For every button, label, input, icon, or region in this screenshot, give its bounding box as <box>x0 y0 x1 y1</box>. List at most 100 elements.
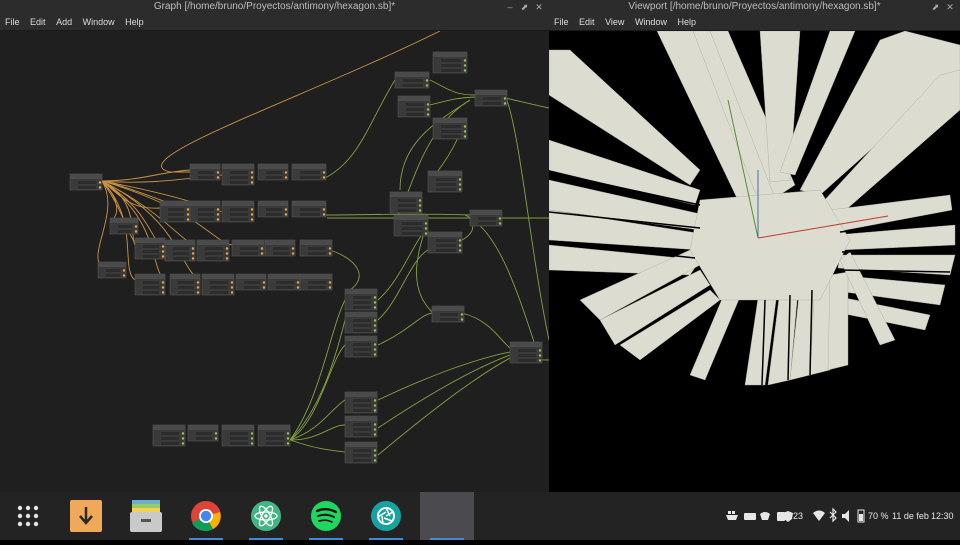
close-icon[interactable]: ✕ <box>944 0 956 14</box>
graph-node[interactable] <box>393 214 429 237</box>
graph-node[interactable] <box>344 288 378 311</box>
date-label[interactable]: 11 de feb <box>892 492 929 540</box>
graph-node[interactable] <box>432 51 468 74</box>
menu-edit[interactable]: Edit <box>30 14 46 30</box>
graph-node[interactable] <box>299 239 333 257</box>
app-grid-button[interactable] <box>1 492 55 540</box>
viewport-menubar: File Edit View Window Help <box>549 14 960 31</box>
graph-node[interactable] <box>231 239 265 257</box>
graph-node[interactable] <box>169 273 201 296</box>
graph-node[interactable] <box>134 237 166 260</box>
menu-file[interactable]: File <box>554 14 569 30</box>
graph-node[interactable] <box>344 415 378 438</box>
graph-node[interactable] <box>264 239 296 257</box>
system-tray: 23 70 % 11 de feb 12:30 <box>722 492 958 540</box>
graph-menubar: File Edit Add Window Help <box>0 14 549 31</box>
graph-node[interactable] <box>189 200 221 223</box>
graph-node[interactable] <box>221 163 255 186</box>
graph-node[interactable] <box>221 424 255 447</box>
graph-node[interactable] <box>432 117 468 140</box>
graph-node[interactable] <box>152 424 186 447</box>
graph-node[interactable] <box>431 305 465 323</box>
graph-titlebar[interactable]: Graph [/home/bruno/Proyectos/antimony/he… <box>0 0 549 14</box>
viewport-titlebar[interactable]: Viewport [/home/bruno/Proyectos/antimony… <box>549 0 960 14</box>
atom-button[interactable] <box>239 492 293 540</box>
notification-count: 23 <box>793 511 804 521</box>
graph-node[interactable] <box>164 239 196 262</box>
graph-node[interactable] <box>394 71 430 89</box>
graph-window: Graph [/home/bruno/Proyectos/antimony/he… <box>0 0 549 492</box>
app-grid-icon <box>17 505 39 527</box>
menu-file[interactable]: File <box>5 14 20 30</box>
atom-icon <box>251 501 281 531</box>
spotify-button[interactable] <box>299 492 353 540</box>
bluetooth-icon[interactable] <box>828 492 838 540</box>
node-graph-canvas[interactable] <box>0 31 549 492</box>
minimize-icon[interactable]: – <box>504 0 516 14</box>
menu-help[interactable]: Help <box>677 14 696 30</box>
graph-node[interactable] <box>344 311 378 334</box>
clock[interactable]: 12:30 <box>931 492 954 540</box>
green-wires <box>289 79 549 456</box>
close-icon[interactable]: ✕ <box>533 0 545 14</box>
graph-node[interactable] <box>235 273 267 291</box>
taskbar: 23 70 % 11 de feb 12:30 <box>0 492 960 540</box>
graph-node[interactable] <box>221 200 255 223</box>
maximize-icon[interactable]: ⬈ <box>518 0 530 14</box>
graph-node[interactable] <box>397 95 431 118</box>
cloud-icon <box>760 512 770 520</box>
mail-icon <box>744 513 756 520</box>
3d-viewport-canvas[interactable] <box>549 31 960 492</box>
maximize-icon[interactable]: ⬈ <box>929 0 941 14</box>
graph-node[interactable] <box>389 191 423 214</box>
graph-node[interactable] <box>257 200 289 218</box>
download-icon <box>70 500 102 532</box>
viewport-title: Viewport [/home/bruno/Proyectos/antimony… <box>628 1 881 12</box>
menu-help[interactable]: Help <box>125 14 144 30</box>
menu-view[interactable]: View <box>605 14 624 30</box>
graph-node[interactable] <box>344 335 378 358</box>
graph-node[interactable] <box>299 273 333 291</box>
graph-node[interactable] <box>344 391 378 414</box>
graph-node[interactable] <box>189 163 221 181</box>
mesh-face <box>689 189 851 301</box>
volume-icon[interactable] <box>841 492 853 540</box>
graph-node[interactable] <box>427 170 463 193</box>
file-cabinet-icon <box>130 500 162 532</box>
graph-node[interactable] <box>509 341 543 364</box>
tray-icons <box>726 511 785 521</box>
graph-node[interactable] <box>344 441 378 464</box>
chrome-button[interactable] <box>179 492 233 540</box>
graph-node[interactable] <box>257 424 291 447</box>
graph-nodes <box>69 51 543 464</box>
menu-add[interactable]: Add <box>56 14 72 30</box>
graph-node[interactable] <box>267 273 301 291</box>
downloader-button[interactable] <box>59 492 113 540</box>
graph-node[interactable] <box>291 200 327 218</box>
graph-node[interactable] <box>69 173 103 191</box>
menu-window[interactable]: Window <box>635 14 667 30</box>
aperture-icon <box>371 501 401 531</box>
graph-node[interactable] <box>159 200 191 223</box>
graph-node[interactable] <box>427 231 463 254</box>
graph-node[interactable] <box>469 209 503 227</box>
graph-node[interactable] <box>187 424 219 442</box>
active-window-button[interactable] <box>420 492 474 540</box>
viewport-window: Viewport [/home/bruno/Proyectos/antimony… <box>549 0 960 492</box>
graph-node[interactable] <box>97 261 127 279</box>
camera-button[interactable] <box>359 492 413 540</box>
graph-node[interactable] <box>201 273 235 296</box>
menu-window[interactable]: Window <box>83 14 115 30</box>
graph-node[interactable] <box>291 163 327 181</box>
graph-title: Graph [/home/bruno/Proyectos/antimony/he… <box>153 1 396 12</box>
docker-icon <box>726 515 738 520</box>
graph-node[interactable] <box>257 163 289 181</box>
graph-node[interactable] <box>134 273 166 296</box>
menu-edit[interactable]: Edit <box>579 14 595 30</box>
graph-node[interactable] <box>474 89 508 107</box>
files-button[interactable] <box>119 492 173 540</box>
graph-node[interactable] <box>196 239 230 262</box>
graph-node[interactable] <box>109 217 139 235</box>
battery-icon[interactable] <box>856 492 866 540</box>
wifi-icon[interactable] <box>812 492 826 540</box>
